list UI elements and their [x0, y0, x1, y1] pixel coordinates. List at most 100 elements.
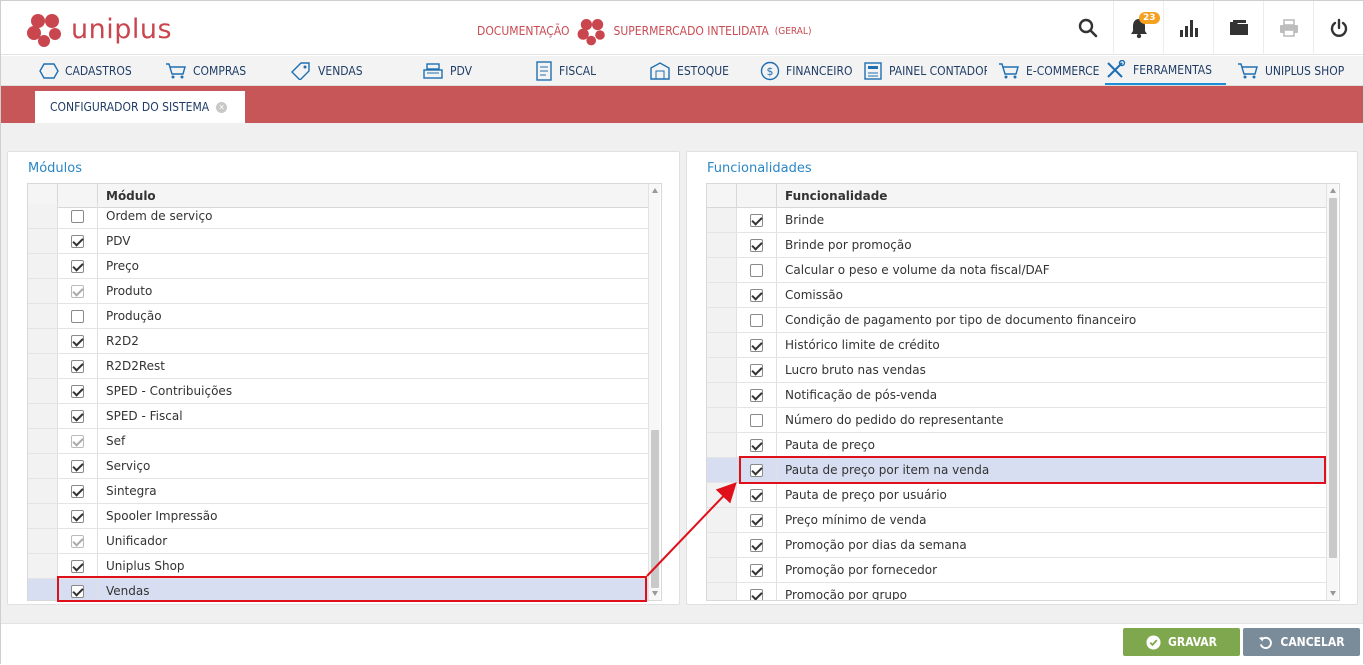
row-header-cell[interactable]	[28, 229, 58, 253]
module-row[interactable]: R2D2	[28, 329, 648, 354]
row-header-cell[interactable]	[707, 283, 737, 307]
feature-row[interactable]: Promoção por grupo	[707, 583, 1326, 600]
module-row[interactable]: Produção	[28, 304, 648, 329]
module-row[interactable]: Unificador	[28, 529, 648, 554]
row-header-cell[interactable]	[28, 504, 58, 528]
row-checkbox[interactable]	[71, 484, 84, 498]
row-header-cell[interactable]	[28, 554, 58, 578]
row-header-cell[interactable]	[28, 479, 58, 503]
row-checkbox[interactable]	[750, 513, 763, 527]
feature-row[interactable]: Histórico limite de crédito	[707, 333, 1326, 358]
module-row[interactable]: Vendas	[28, 579, 648, 600]
modules-scroll-thumb[interactable]	[651, 430, 659, 588]
row-checkbox[interactable]	[71, 209, 84, 223]
menu-item-estoque[interactable]: ESTOQUE	[649, 56, 729, 85]
notifications-button[interactable]: 23	[1113, 1, 1163, 55]
module-row[interactable]: R2D2Rest	[28, 354, 648, 379]
feature-row[interactable]: Promoção por fornecedor	[707, 558, 1326, 583]
row-header-cell[interactable]	[707, 208, 737, 232]
close-icon[interactable]: ✕	[216, 101, 228, 113]
row-header-cell[interactable]	[28, 254, 58, 278]
row-checkbox[interactable]	[750, 488, 763, 502]
search-button[interactable]	[1063, 1, 1113, 55]
menu-item-e-commerce[interactable]: E-COMMERCE	[998, 56, 1099, 85]
module-row[interactable]: SPED - Fiscal	[28, 404, 648, 429]
row-header-cell[interactable]	[707, 508, 737, 532]
row-checkbox[interactable]	[71, 559, 84, 573]
menu-item-uniplus-shop[interactable]: UNIPLUS SHOP	[1237, 56, 1344, 85]
uniplus-logo[interactable]: uniplus	[25, 9, 172, 49]
scroll-up-icon[interactable]	[652, 188, 658, 193]
row-checkbox[interactable]	[750, 338, 763, 352]
row-checkbox[interactable]	[71, 584, 84, 598]
feature-row[interactable]: Lucro bruto nas vendas	[707, 358, 1326, 383]
row-header-cell[interactable]	[707, 533, 737, 557]
features-scrollbar[interactable]	[1326, 184, 1338, 600]
feature-row[interactable]: Pauta de preço por item na venda	[707, 458, 1326, 483]
menu-item-fiscal[interactable]: FISCAL	[535, 56, 596, 85]
feature-row[interactable]: Pauta de preço	[707, 433, 1326, 458]
row-header-cell[interactable]	[28, 304, 58, 328]
row-checkbox[interactable]	[750, 363, 763, 377]
row-header-cell[interactable]	[707, 558, 737, 582]
row-checkbox[interactable]	[71, 234, 84, 248]
row-header-cell[interactable]	[707, 483, 737, 507]
module-row[interactable]: Serviço	[28, 454, 648, 479]
features-column-header[interactable]: Funcionalidade	[777, 184, 1326, 207]
row-header-cell[interactable]	[28, 204, 58, 228]
print-button[interactable]	[1263, 1, 1313, 55]
row-header-cell[interactable]	[28, 579, 58, 600]
row-header-cell[interactable]	[707, 383, 737, 407]
row-checkbox[interactable]	[750, 313, 763, 327]
row-header-cell[interactable]	[707, 333, 737, 357]
feature-row[interactable]: Promoção por dias da semana	[707, 533, 1326, 558]
row-checkbox[interactable]	[750, 563, 763, 577]
feature-row[interactable]: Pauta de preço por usuário	[707, 483, 1326, 508]
scroll-up-icon[interactable]	[1330, 188, 1336, 193]
module-row[interactable]: Uniplus Shop	[28, 554, 648, 579]
feature-row[interactable]: Notificação de pós-venda	[707, 383, 1326, 408]
row-checkbox[interactable]	[750, 538, 763, 552]
row-header-cell[interactable]	[707, 408, 737, 432]
module-row[interactable]: Sef	[28, 429, 648, 454]
row-checkbox[interactable]	[750, 413, 763, 427]
row-header-cell[interactable]	[28, 329, 58, 353]
features-scroll-thumb[interactable]	[1329, 198, 1337, 558]
row-checkbox[interactable]	[71, 359, 84, 373]
row-header-cell[interactable]	[707, 233, 737, 257]
module-row[interactable]: SPED - Contribuições	[28, 379, 648, 404]
feature-row[interactable]: Comissão	[707, 283, 1326, 308]
row-checkbox[interactable]	[71, 409, 84, 423]
menu-item-vendas[interactable]: VENDAS	[290, 56, 363, 85]
feature-row[interactable]: Número do pedido do representante	[707, 408, 1326, 433]
save-button[interactable]: GRAVAR	[1123, 628, 1240, 656]
row-header-cell[interactable]	[28, 529, 58, 553]
feature-row[interactable]: Calcular o peso e volume da nota fiscal/…	[707, 258, 1326, 283]
row-header-cell[interactable]	[707, 458, 737, 482]
module-row[interactable]: PDV	[28, 229, 648, 254]
row-checkbox[interactable]	[71, 309, 84, 323]
scroll-down-icon[interactable]	[1330, 591, 1336, 596]
row-checkbox[interactable]	[71, 384, 84, 398]
feature-row[interactable]: Condição de pagamento por tipo de docume…	[707, 308, 1326, 333]
menu-item-cadastros[interactable]: CADASTROS	[39, 56, 132, 85]
row-checkbox[interactable]	[750, 288, 763, 302]
logout-button[interactable]	[1313, 1, 1363, 55]
row-header-cell[interactable]	[707, 583, 737, 600]
row-checkbox[interactable]	[71, 459, 84, 473]
row-checkbox[interactable]	[750, 463, 763, 477]
row-checkbox[interactable]	[750, 263, 763, 277]
reports-button[interactable]	[1163, 1, 1213, 55]
module-row[interactable]: Sintegra	[28, 479, 648, 504]
feature-row[interactable]: Brinde por promoção	[707, 233, 1326, 258]
scroll-down-icon[interactable]	[652, 591, 658, 596]
company-name[interactable]: SUPERMERCADO INTELIDATA	[614, 24, 769, 38]
row-checkbox[interactable]	[750, 588, 763, 600]
modules-scrollbar[interactable]	[648, 184, 660, 600]
cancel-button[interactable]: CANCELAR	[1243, 628, 1360, 656]
menu-item-compras[interactable]: COMPRAS	[165, 56, 246, 85]
folder-button[interactable]	[1213, 1, 1263, 55]
row-header-cell[interactable]	[28, 454, 58, 478]
menu-item-financeiro[interactable]: $ FINANCEIRO	[760, 56, 852, 85]
row-header-cell[interactable]	[28, 404, 58, 428]
